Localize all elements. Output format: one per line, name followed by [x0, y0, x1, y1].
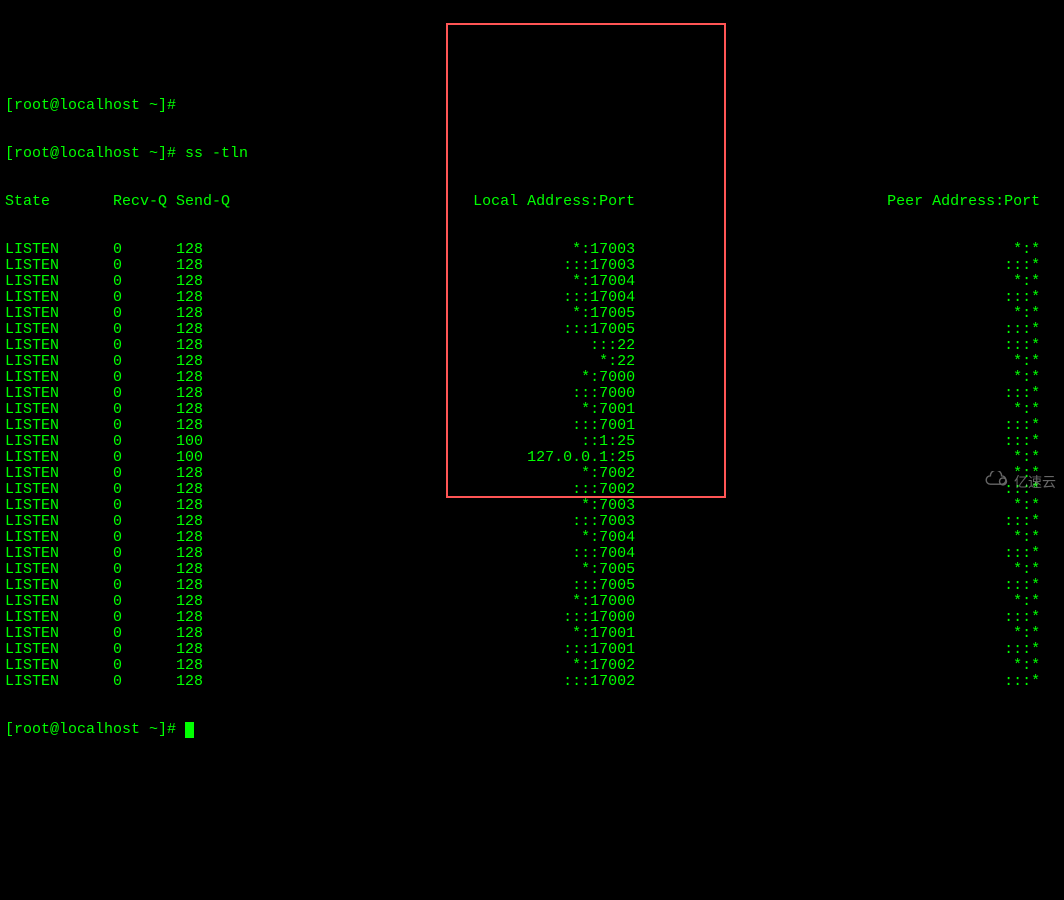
table-row: LISTEN 0 128 *:7001 *:* [5, 402, 1059, 418]
table-row: LISTEN 0 128 *:17000 *:* [5, 594, 1059, 610]
table-row: LISTEN 0 128 *:7004 *:* [5, 530, 1059, 546]
table-row: LISTEN 0 128 *:7000 *:* [5, 370, 1059, 386]
table-row: LISTEN 0 128 *:17003 *:* [5, 242, 1059, 258]
prompt-prev: [root@localhost ~]# [5, 98, 1059, 114]
table-row: LISTEN 0 128 *:17004 *:* [5, 274, 1059, 290]
table-row: LISTEN 0 128 :::7004 :::* [5, 546, 1059, 562]
table-row: LISTEN 0 128 *:7003 *:* [5, 498, 1059, 514]
table-row: LISTEN 0 128 :::7005 :::* [5, 578, 1059, 594]
table-row: LISTEN 0 128 :::17004 :::* [5, 290, 1059, 306]
column-headers: State Recv-Q Send-Q Local Address:Port P… [5, 194, 1059, 210]
rows-container: LISTEN 0 128 *:17003 *:*LISTEN 0 128 :::… [5, 242, 1059, 690]
watermark-text: 亿速云 [1014, 474, 1056, 490]
table-row: LISTEN 0 100 ::1:25 :::* [5, 434, 1059, 450]
table-row: LISTEN 0 128 *:17002 *:* [5, 658, 1059, 674]
table-row: LISTEN 0 128 *:22 *:* [5, 354, 1059, 370]
prompt-final[interactable]: [root@localhost ~]# [5, 722, 1059, 738]
table-row: LISTEN 0 100 127.0.0.1:25 *:* [5, 450, 1059, 466]
prompt-command-line: [root@localhost ~]# ss -tln [5, 146, 1059, 162]
prompt-prefix: [root@localhost ~]# [5, 721, 185, 738]
table-row: LISTEN 0 128 *:17005 *:* [5, 306, 1059, 322]
table-row: LISTEN 0 128 :::17000 :::* [5, 610, 1059, 626]
table-row: LISTEN 0 128 :::17001 :::* [5, 642, 1059, 658]
cursor-icon [185, 722, 194, 738]
table-row: LISTEN 0 128 *:7002 *:* [5, 466, 1059, 482]
table-row: LISTEN 0 128 :::17002 :::* [5, 674, 1059, 690]
table-row: LISTEN 0 128 :::17003 :::* [5, 258, 1059, 274]
watermark: 亿速云 [966, 455, 1056, 508]
table-row: LISTEN 0 128 :::7003 :::* [5, 514, 1059, 530]
table-row: LISTEN 0 128 *:7005 *:* [5, 562, 1059, 578]
table-row: LISTEN 0 128 :::7001 :::* [5, 418, 1059, 434]
prompt-prefix: [root@localhost ~]# [5, 145, 185, 162]
table-row: LISTEN 0 128 :::22 :::* [5, 338, 1059, 354]
table-row: LISTEN 0 128 :::7000 :::* [5, 386, 1059, 402]
table-row: LISTEN 0 128 :::17005 :::* [5, 322, 1059, 338]
table-row: LISTEN 0 128 *:17001 *:* [5, 626, 1059, 642]
cloud-icon [966, 455, 1010, 508]
command-text: ss -tln [185, 145, 248, 162]
table-row: LISTEN 0 128 :::7002 :::* [5, 482, 1059, 498]
terminal[interactable]: [root@localhost ~]# [root@localhost ~]# … [0, 64, 1064, 756]
